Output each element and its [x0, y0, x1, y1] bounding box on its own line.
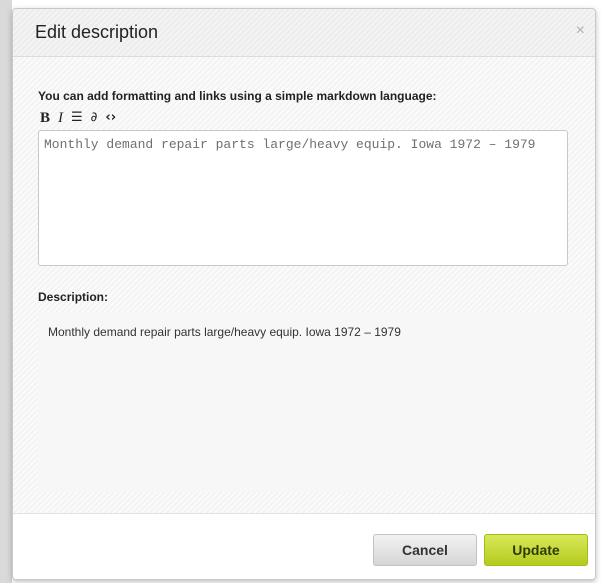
markdown-toolbar: B I ☰ ∂ ‹› [40, 109, 116, 127]
update-button[interactable]: Update [484, 534, 588, 566]
dialog-title: Edit description [35, 22, 159, 42]
italic-icon[interactable]: I [58, 109, 63, 127]
background-page-edge [0, 0, 12, 583]
description-editor[interactable]: Monthly demand repair parts large/heavy … [38, 130, 568, 266]
description-label: Description: [38, 290, 109, 304]
dialog-body: You can add formatting and links using a… [13, 57, 595, 513]
list-icon[interactable]: ☰ [71, 109, 83, 127]
bold-icon[interactable]: B [40, 109, 50, 127]
dialog-header: Edit description × [13, 9, 595, 57]
edit-description-dialog: Edit description × You can add formattin… [12, 8, 596, 580]
code-icon[interactable]: ‹› [105, 109, 116, 127]
link-icon[interactable]: ∂ [91, 109, 98, 127]
cancel-button[interactable]: Cancel [373, 534, 477, 566]
markdown-instruction: You can add formatting and links using a… [38, 89, 437, 103]
description-preview: Monthly demand repair parts large/heavy … [38, 312, 586, 492]
preview-text: Monthly demand repair parts large/heavy … [48, 325, 401, 339]
close-icon[interactable]: × [576, 23, 585, 39]
dialog-footer: Cancel Update [13, 513, 595, 579]
